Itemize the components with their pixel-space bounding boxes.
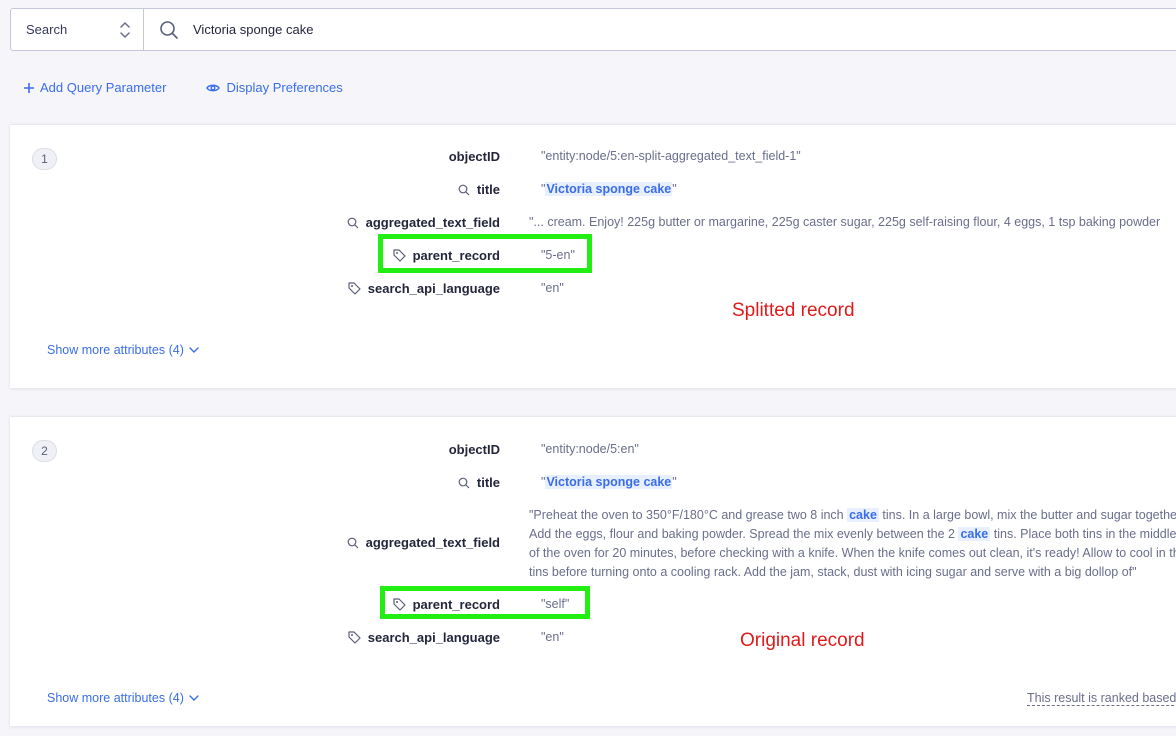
search-icon xyxy=(347,217,359,228)
attribute-name: search_api_language xyxy=(348,630,500,645)
annotation-text: Splitted record xyxy=(732,300,855,321)
search-bar: Search xyxy=(10,8,1176,51)
attribute-label: search_api_language xyxy=(367,281,500,296)
attribute-label: title xyxy=(476,475,500,490)
attribute-value: "Victoria sponge cake" xyxy=(541,182,677,196)
chevron-down-icon xyxy=(189,347,199,353)
highlight-box xyxy=(380,586,590,619)
highlighted-text: cake xyxy=(847,508,879,522)
add-query-parameter-button[interactable]: Add Query Parameter xyxy=(24,80,166,95)
search-icon xyxy=(347,537,359,548)
attribute-label: search_api_language xyxy=(367,630,500,645)
attribute-name: aggregated_text_field xyxy=(347,535,500,550)
attribute-label: aggregated_text_field xyxy=(365,215,500,230)
search-input[interactable] xyxy=(193,22,793,37)
quote: " xyxy=(672,475,677,489)
chevron-down-icon xyxy=(189,695,199,701)
attribute-value: "entity:node/5:en" xyxy=(541,442,639,456)
annotation-text: Original record xyxy=(740,630,865,651)
result-rank: 1 xyxy=(32,148,57,170)
chevron-up-down-icon xyxy=(120,21,130,38)
attribute-value: "... cream. Enjoy! 225g butter or margar… xyxy=(529,215,1161,229)
result-card: 1 objectID "entity:node/5:en-split-aggre… xyxy=(10,124,1176,388)
attribute-name: title xyxy=(458,182,500,197)
attribute-value: "entity:node/5:en-split-aggregated_text_… xyxy=(541,149,801,163)
tag-icon xyxy=(348,282,361,295)
highlighted-text: cake xyxy=(958,527,991,541)
text-segment: "Preheat the oven to 350°F/180°C and gre… xyxy=(529,508,848,522)
attribute-label: objectID xyxy=(448,442,500,457)
quote: " xyxy=(672,182,677,196)
search-mode-select[interactable]: Search xyxy=(11,9,144,50)
attribute-value: "Victoria sponge cake" xyxy=(541,475,677,489)
highlighted-text: Victoria sponge cake xyxy=(545,182,673,196)
show-more-label: Show more attributes (4) xyxy=(47,343,184,357)
search-icon xyxy=(458,477,470,488)
search-field xyxy=(144,9,1176,50)
ranking-info-link[interactable]: This result is ranked based on xyxy=(1027,691,1176,706)
eye-icon xyxy=(206,84,221,91)
add-query-parameter-label: Add Query Parameter xyxy=(40,80,167,95)
show-more-label: Show more attributes (4) xyxy=(47,691,184,705)
display-preferences-label: Display Preferences xyxy=(226,80,343,95)
attribute-name: search_api_language xyxy=(348,281,500,296)
attribute-name: title xyxy=(458,475,500,490)
search-mode-label: Search xyxy=(26,22,68,37)
search-icon xyxy=(160,20,178,39)
result-card: 2 objectID "entity:node/5:en" title "Vic… xyxy=(10,416,1176,726)
result-rank: 2 xyxy=(32,440,57,462)
highlight-box xyxy=(378,234,592,273)
attribute-label: title xyxy=(476,182,500,197)
highlighted-text: Victoria sponge cake xyxy=(545,475,673,489)
attribute-name: objectID xyxy=(449,149,500,164)
attribute-value: "en" xyxy=(541,630,564,644)
show-more-attributes-button[interactable]: Show more attributes (4) xyxy=(47,343,199,357)
search-icon xyxy=(458,184,470,195)
attribute-name: objectID xyxy=(449,442,500,457)
attribute-name: aggregated_text_field xyxy=(347,215,500,230)
display-preferences-button[interactable]: Display Preferences xyxy=(206,80,343,95)
attribute-label: objectID xyxy=(448,149,500,164)
query-actions: Add Query Parameter Display Preferences xyxy=(24,80,343,95)
tag-icon xyxy=(348,631,361,644)
plus-icon xyxy=(24,82,34,93)
show-more-attributes-button[interactable]: Show more attributes (4) xyxy=(47,691,199,705)
attribute-value: "Preheat the oven to 350°F/180°C and gre… xyxy=(529,506,1176,584)
attribute-label: aggregated_text_field xyxy=(365,535,500,550)
attribute-value: "en" xyxy=(541,281,564,295)
